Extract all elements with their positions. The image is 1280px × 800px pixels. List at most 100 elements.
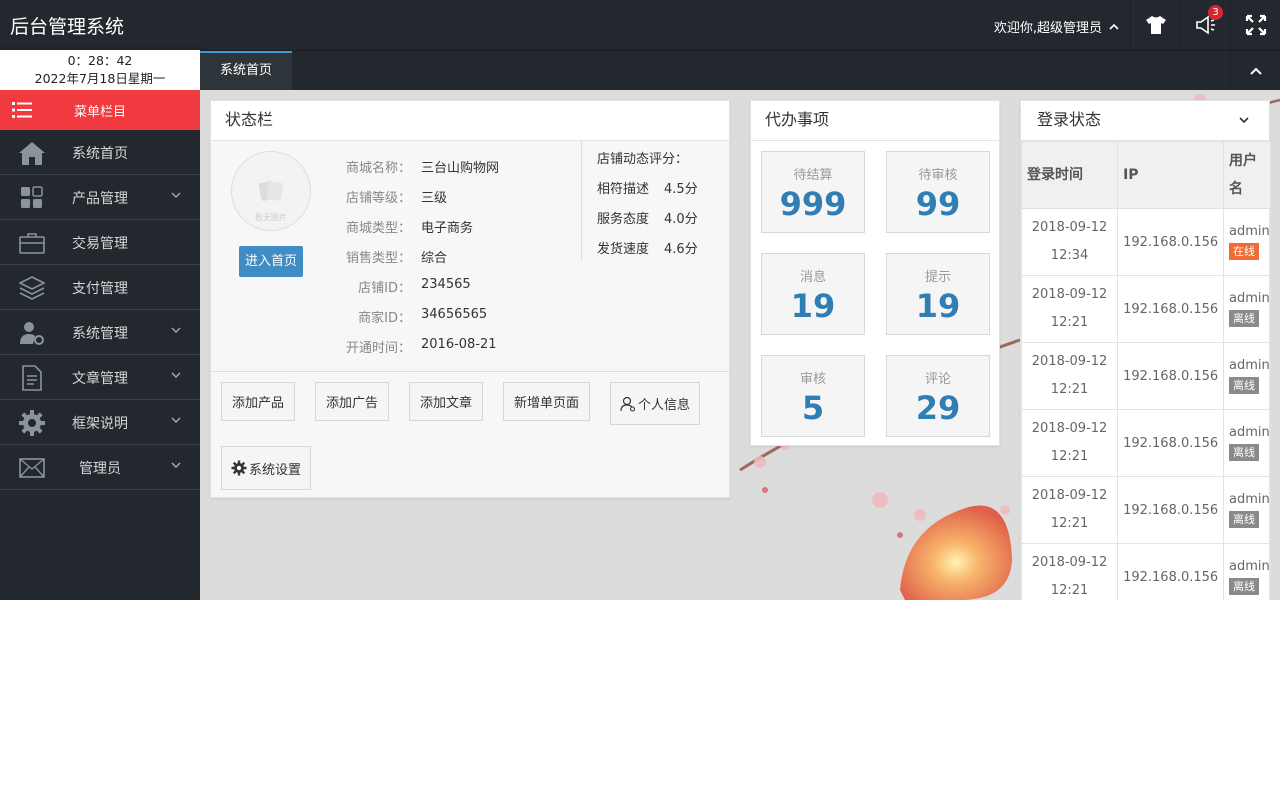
login-panel-header[interactable]: 登录状态 [1021, 101, 1269, 141]
info-value: 234565 [421, 277, 471, 292]
shop-info-list: 商城名称： 三台山购物网 店铺等级： 三级 商城类型： 电子商务 销售类型： 综合 店铺… [331, 157, 499, 367]
todo-card-value: 99 [915, 185, 961, 223]
table-row: 2018-09-12 12:21 192.168.0.156 admin 离线 [1020, 476, 1271, 544]
sidebar-item-articles[interactable]: 文章管理 [0, 355, 200, 400]
top-header: 后台管理系统 欢迎你,超级管理员 3 [0, 0, 1280, 50]
app-title: 后台管理系统 [10, 16, 125, 38]
todo-card-value: 29 [915, 389, 961, 427]
info-key: 销售类型： [345, 251, 411, 266]
column-header: 登录时间 [1020, 141, 1119, 209]
sidebar-item-system[interactable]: 系统管理 [0, 310, 200, 355]
rating-key: 发货速度 [597, 242, 650, 257]
add-article-button[interactable]: 添加文章 [409, 382, 483, 421]
todo-card-audit[interactable]: 审核 5 [761, 355, 865, 437]
info-row: 商家ID： 34656565 [331, 307, 499, 337]
todo-card-label: 提示 [924, 270, 951, 285]
login-ip: 192.168.0.156 [1117, 543, 1224, 600]
info-key: 店铺ID： [358, 281, 411, 296]
table-row: 2018-09-12 12:21 192.168.0.156 admin 离线 [1020, 409, 1271, 477]
todo-card-pending-settlement[interactable]: 待结算 999 [761, 151, 865, 233]
login-user: admin 在线 [1223, 208, 1271, 276]
login-ip: 192.168.0.156 [1117, 208, 1224, 276]
list-icon [12, 102, 32, 118]
button-label: 系统设置 [248, 462, 301, 478]
rating-value: 4.5分 [664, 182, 698, 197]
welcome-text: 欢迎你,超级管理员 [993, 21, 1102, 36]
notification-badge: 3 [1208, 5, 1223, 20]
collapse-button[interactable] [1230, 51, 1280, 90]
fullscreen-button[interactable] [1230, 0, 1280, 50]
rating-key: 服务态度 [597, 212, 650, 227]
user-menu[interactable]: 欢迎你,超级管理员 [994, 17, 1120, 36]
todo-card-tips[interactable]: 提示 19 [886, 253, 990, 335]
sidebar-item-label: 交易管理 [72, 236, 128, 252]
sidebar-item-trades[interactable]: 交易管理 [0, 220, 200, 265]
table-row: 2018-09-12 12:21 192.168.0.156 admin 离线 [1020, 543, 1271, 600]
login-table: 登录时间 IP 用户名 2018-09-12 12:34 192.168.0.156… [1020, 141, 1271, 600]
tab-home[interactable]: 系统首页 [200, 51, 292, 90]
table-row: 2018-09-12 12:34 192.168.0.156 admin 在线 [1020, 208, 1271, 276]
menu-header-label: 菜单栏目 [74, 105, 127, 120]
todo-card-label: 审核 [799, 372, 826, 387]
login-user: admin 离线 [1223, 543, 1271, 600]
rating-value: 4.6分 [664, 242, 698, 257]
sidebar-item-admin[interactable]: 管理员 [0, 445, 200, 490]
user-gear-icon [18, 319, 46, 347]
gear-icon [18, 409, 46, 437]
add-ad-button[interactable]: 添加广告 [315, 382, 389, 421]
sidebar-item-label: 产品管理 [72, 191, 128, 207]
column-header: IP [1117, 141, 1224, 209]
button-label: 新增单页面 [513, 396, 579, 411]
info-key: 开通时间： [345, 341, 411, 356]
todo-card-value: 19 [790, 287, 836, 325]
status-badge: 离线 [1229, 310, 1259, 327]
todo-card-comments[interactable]: 评论 29 [886, 355, 990, 437]
home-icon [18, 139, 46, 167]
button-label: 添加广告 [325, 396, 378, 411]
add-product-button[interactable]: 添加产品 [221, 382, 295, 421]
profile-button[interactable]: 个人信息 [610, 382, 700, 425]
clock-time: 0：28：42 [67, 53, 133, 68]
menu-header[interactable]: 菜单栏目 [0, 90, 200, 130]
sidebar-item-label: 框架说明 [72, 416, 128, 432]
chevron-down-icon [171, 372, 181, 378]
chevron-down-icon [171, 327, 181, 333]
shirt-icon [1145, 16, 1166, 34]
login-panel-title: 登录状态 [1037, 110, 1102, 129]
table-row: 2018-09-12 12:21 192.168.0.156 admin 离线 [1020, 342, 1271, 410]
sidebar-item-label: 管理员 [79, 461, 121, 477]
sidebar-item-framework[interactable]: 框架说明 [0, 400, 200, 445]
sidebar-item-products[interactable]: 产品管理 [0, 175, 200, 220]
login-time: 2018-09-12 12:21 [1020, 409, 1119, 477]
login-time: 2018-09-12 12:21 [1020, 275, 1119, 343]
user-icon [620, 396, 636, 412]
sidebar-item-home[interactable]: 系统首页 [0, 130, 200, 175]
todo-panel-title: 代办事项 [751, 101, 999, 141]
info-value: 2016-08-21 [421, 337, 497, 352]
login-clock: 12:21 [1050, 382, 1089, 397]
login-clock: 12:34 [1050, 248, 1089, 263]
layers-icon [18, 274, 46, 302]
notification-button[interactable]: 3 [1180, 0, 1230, 50]
todo-card-label: 消息 [799, 270, 826, 285]
sidebar-item-label: 系统管理 [72, 326, 128, 342]
login-time: 2018-09-12 12:21 [1020, 342, 1119, 410]
fullscreen-icon [1245, 14, 1266, 36]
rating-key: 相符描述 [597, 182, 650, 197]
login-username: admin [1229, 425, 1270, 440]
gear-icon [231, 460, 247, 476]
quick-actions: 添加产品 添加广告 添加文章 新增单页面 个人信息 系统设置 [211, 371, 729, 490]
login-username: admin [1229, 358, 1270, 373]
skin-button[interactable] [1130, 0, 1180, 50]
system-settings-button[interactable]: 系统设置 [221, 446, 311, 490]
todo-card-pending-review[interactable]: 待审核 99 [886, 151, 990, 233]
add-page-button[interactable]: 新增单页面 [503, 382, 590, 421]
todo-card-messages[interactable]: 消息 19 [761, 253, 865, 335]
sidebar-item-payment[interactable]: 支付管理 [0, 265, 200, 310]
login-user: admin 离线 [1223, 476, 1271, 544]
info-row: 销售类型： 综合 [331, 247, 499, 277]
enter-home-button[interactable]: 进入首页 [239, 246, 303, 277]
login-username: admin [1229, 291, 1270, 306]
info-row: 开通时间： 2016-08-21 [331, 337, 499, 367]
todo-card-label: 评论 [924, 372, 951, 387]
